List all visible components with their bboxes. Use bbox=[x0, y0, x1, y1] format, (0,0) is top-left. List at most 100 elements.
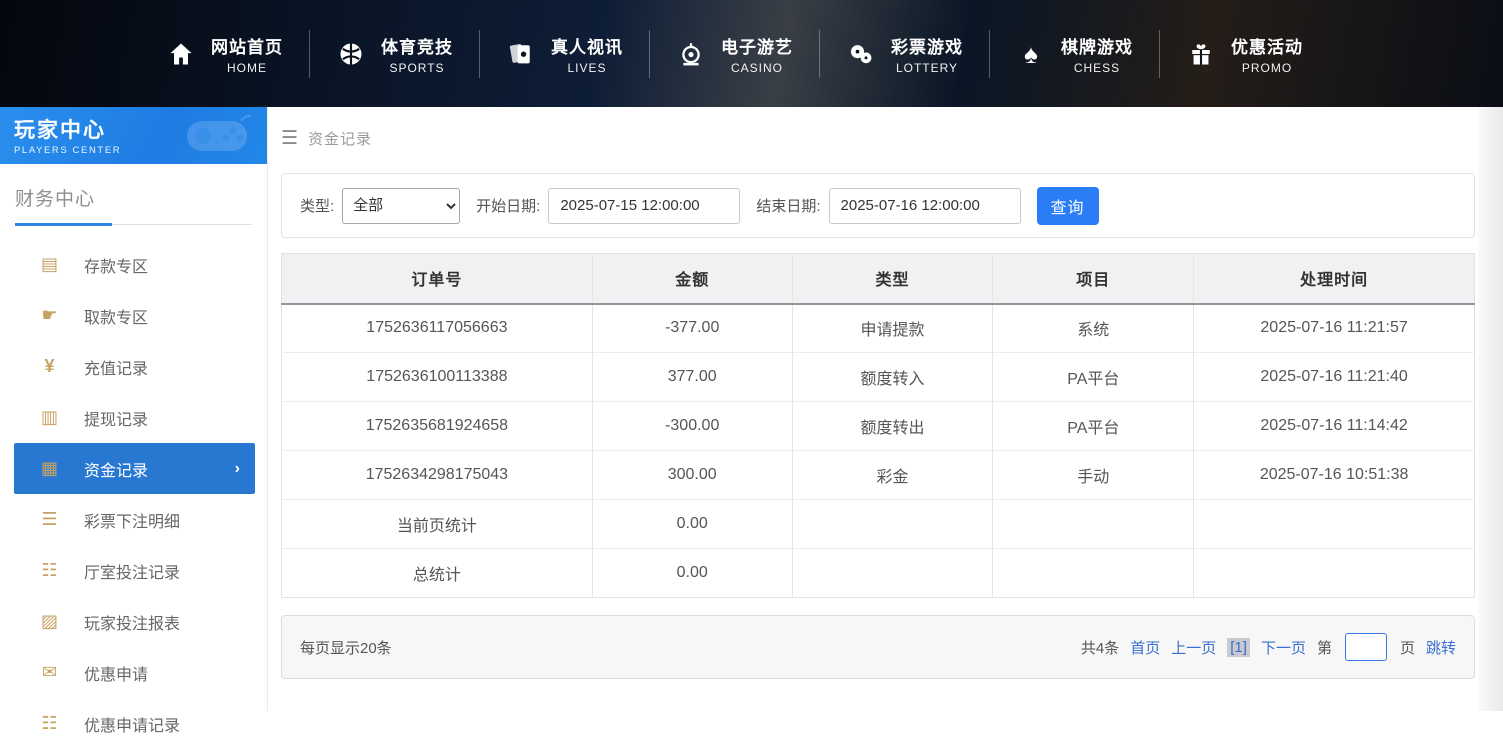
sidebar-item-player-bet-report[interactable]: ▨ 玩家投注报表 bbox=[0, 596, 267, 647]
promo-record-icon: ☷ bbox=[38, 713, 61, 734]
cell-empty bbox=[1194, 549, 1475, 598]
page-prefix-label: 第 bbox=[1317, 637, 1332, 658]
nav-label-en: CHESS bbox=[1074, 61, 1120, 75]
cell-amount: -300.00 bbox=[592, 402, 792, 451]
nav-label-zh: 棋牌游戏 bbox=[1061, 33, 1133, 58]
cell-summary-amount: 0.00 bbox=[592, 500, 792, 549]
header-type: 类型 bbox=[792, 254, 993, 304]
cell-type: 额度转入 bbox=[792, 353, 993, 402]
cell-time: 2025-07-16 11:14:42 bbox=[1194, 402, 1475, 451]
nav-label-en: LIVES bbox=[567, 61, 606, 75]
search-button[interactable]: 查询 bbox=[1037, 187, 1099, 225]
sidebar-item-hall-bet-record[interactable]: ☷ 厅室投注记录 bbox=[0, 545, 267, 596]
header-order-no: 订单号 bbox=[282, 254, 593, 304]
sidebar-item-label: 充值记录 bbox=[84, 355, 148, 379]
nav-label-en: LOTTERY bbox=[896, 61, 958, 75]
cell-time: 2025-07-16 10:51:38 bbox=[1194, 451, 1475, 500]
end-date-input[interactable] bbox=[829, 188, 1021, 224]
lottery-balls-icon bbox=[846, 39, 876, 69]
sidebar-item-promo-apply-record[interactable]: ☷ 优惠申请记录 bbox=[0, 698, 267, 749]
cell-item: PA平台 bbox=[993, 402, 1194, 451]
sports-ball-icon bbox=[336, 39, 366, 69]
funds-record-table: 订单号 金额 类型 项目 处理时间 1752636117056663 -377.… bbox=[281, 253, 1475, 598]
promo-apply-icon: ✉ bbox=[38, 662, 61, 683]
cell-order-no: 1752635681924658 bbox=[282, 402, 593, 451]
nav-item-casino[interactable]: 电子游艺 CASINO bbox=[650, 24, 819, 84]
cell-order-no: 1752636117056663 bbox=[282, 304, 593, 353]
withdrawal-wallet-icon: ▥ bbox=[38, 407, 61, 428]
per-page-info: 每页显示20条 bbox=[300, 637, 392, 658]
recharge-moneybag-icon: ¥ bbox=[38, 356, 61, 377]
first-page-link[interactable]: 首页 bbox=[1130, 637, 1160, 658]
sidebar-item-lottery-bet-detail[interactable]: ☰ 彩票下注明细 bbox=[0, 494, 267, 545]
cell-time: 2025-07-16 11:21:57 bbox=[1194, 304, 1475, 353]
nav-item-chess[interactable]: ♠ 棋牌游戏 CHESS bbox=[990, 24, 1159, 84]
prev-page-link[interactable]: 上一页 bbox=[1171, 637, 1216, 658]
cell-summary-label: 当前页统计 bbox=[282, 500, 593, 549]
sidebar-item-withdrawal-record[interactable]: ▥ 提现记录 bbox=[0, 392, 267, 443]
sidebar-item-label: 取款专区 bbox=[84, 304, 148, 328]
nav-label-en: HOME bbox=[227, 61, 267, 75]
page-suffix-label: 页 bbox=[1400, 637, 1415, 658]
cell-empty bbox=[792, 549, 993, 598]
nav-label-zh: 网站首页 bbox=[211, 33, 283, 58]
page-title: 资金记录 bbox=[308, 128, 372, 149]
cell-type: 申请提款 bbox=[792, 304, 993, 353]
playing-cards-icon bbox=[506, 39, 536, 69]
cell-item: 手动 bbox=[993, 451, 1194, 500]
cell-empty bbox=[993, 549, 1194, 598]
nav-label-zh: 彩票游戏 bbox=[891, 33, 963, 58]
cell-type: 彩金 bbox=[792, 451, 993, 500]
next-page-link[interactable]: 下一页 bbox=[1261, 637, 1306, 658]
table-summary-row-page: 当前页统计 0.00 bbox=[282, 500, 1475, 549]
end-date-label: 结束日期: bbox=[756, 195, 820, 216]
sidebar-item-label: 存款专区 bbox=[84, 253, 148, 277]
deposit-card-icon: ▤ bbox=[38, 254, 61, 275]
nav-item-lottery[interactable]: 彩票游戏 LOTTERY bbox=[820, 24, 989, 84]
sidebar-banner: 玩家中心 PLAYERS CENTER bbox=[0, 107, 267, 164]
gamepad-icon bbox=[181, 111, 255, 164]
page-background-strip bbox=[1478, 107, 1503, 711]
nav-item-home[interactable]: 网站首页 HOME bbox=[140, 24, 309, 84]
start-date-input[interactable] bbox=[548, 188, 740, 224]
menu-hamburger-icon[interactable]: ☰ bbox=[281, 127, 298, 150]
sidebar-item-funds-record[interactable]: ▦ 资金记录 › bbox=[14, 443, 255, 494]
top-navigation: 网站首页 HOME 体育竞技 SPORTS 真人视讯 LIVES 电子游艺 CA… bbox=[0, 0, 1503, 107]
finance-center-label: 财务中心 bbox=[15, 184, 267, 211]
cell-amount: 300.00 bbox=[592, 451, 792, 500]
table-row: 1752634298175043 300.00 彩金 手动 2025-07-16… bbox=[282, 451, 1475, 500]
sidebar-item-label: 提现记录 bbox=[84, 406, 148, 430]
header-process-time: 处理时间 bbox=[1194, 254, 1475, 304]
section-underline bbox=[15, 224, 252, 225]
nav-item-promo[interactable]: 优惠活动 PROMO bbox=[1160, 24, 1329, 84]
sidebar-item-withdraw[interactable]: ☛ 取款专区 bbox=[0, 290, 267, 341]
table-row: 1752635681924658 -300.00 额度转出 PA平台 2025-… bbox=[282, 402, 1475, 451]
report-chart-icon: ▨ bbox=[38, 611, 61, 632]
type-select[interactable]: 全部 bbox=[342, 188, 460, 224]
sidebar-item-label: 优惠申请记录 bbox=[84, 712, 180, 736]
cell-summary-amount: 0.00 bbox=[592, 549, 792, 598]
jump-link[interactable]: 跳转 bbox=[1426, 637, 1456, 658]
cell-order-no: 1752636100113388 bbox=[282, 353, 593, 402]
pagination-bar: 每页显示20条 共4条 首页 上一页 [1] 下一页 第 页 跳转 bbox=[281, 615, 1475, 679]
sidebar-menu: ▤ 存款专区 ☛ 取款专区 ¥ 充值记录 ▥ 提现记录 ▦ 资金记录 › ☰ 彩… bbox=[0, 239, 267, 749]
page-jump-input[interactable] bbox=[1345, 633, 1387, 661]
hall-bet-icon: ☷ bbox=[38, 560, 61, 581]
sidebar-item-recharge-record[interactable]: ¥ 充值记录 bbox=[0, 341, 267, 392]
nav-item-lives[interactable]: 真人视讯 LIVES bbox=[480, 24, 649, 84]
cell-empty bbox=[993, 500, 1194, 549]
header-item: 项目 bbox=[993, 254, 1194, 304]
sidebar-item-promo-apply[interactable]: ✉ 优惠申请 bbox=[0, 647, 267, 698]
cell-item: PA平台 bbox=[993, 353, 1194, 402]
nav-label-zh: 真人视讯 bbox=[551, 33, 623, 58]
table-row: 1752636117056663 -377.00 申请提款 系统 2025-07… bbox=[282, 304, 1475, 353]
nav-label-en: SPORTS bbox=[389, 61, 444, 75]
nav-item-sports[interactable]: 体育竞技 SPORTS bbox=[310, 24, 479, 84]
cell-type: 额度转出 bbox=[792, 402, 993, 451]
nav-label-en: CASINO bbox=[731, 61, 783, 75]
table-summary-row-total: 总统计 0.00 bbox=[282, 549, 1475, 598]
sidebar: 玩家中心 PLAYERS CENTER 财务中心 ▤ 存款专区 ☛ 取款专区 ¥… bbox=[0, 107, 268, 711]
sidebar-item-deposit[interactable]: ▤ 存款专区 bbox=[0, 239, 267, 290]
sidebar-item-label: 厅室投注记录 bbox=[84, 559, 180, 583]
table-header-row: 订单号 金额 类型 项目 处理时间 bbox=[282, 254, 1475, 304]
